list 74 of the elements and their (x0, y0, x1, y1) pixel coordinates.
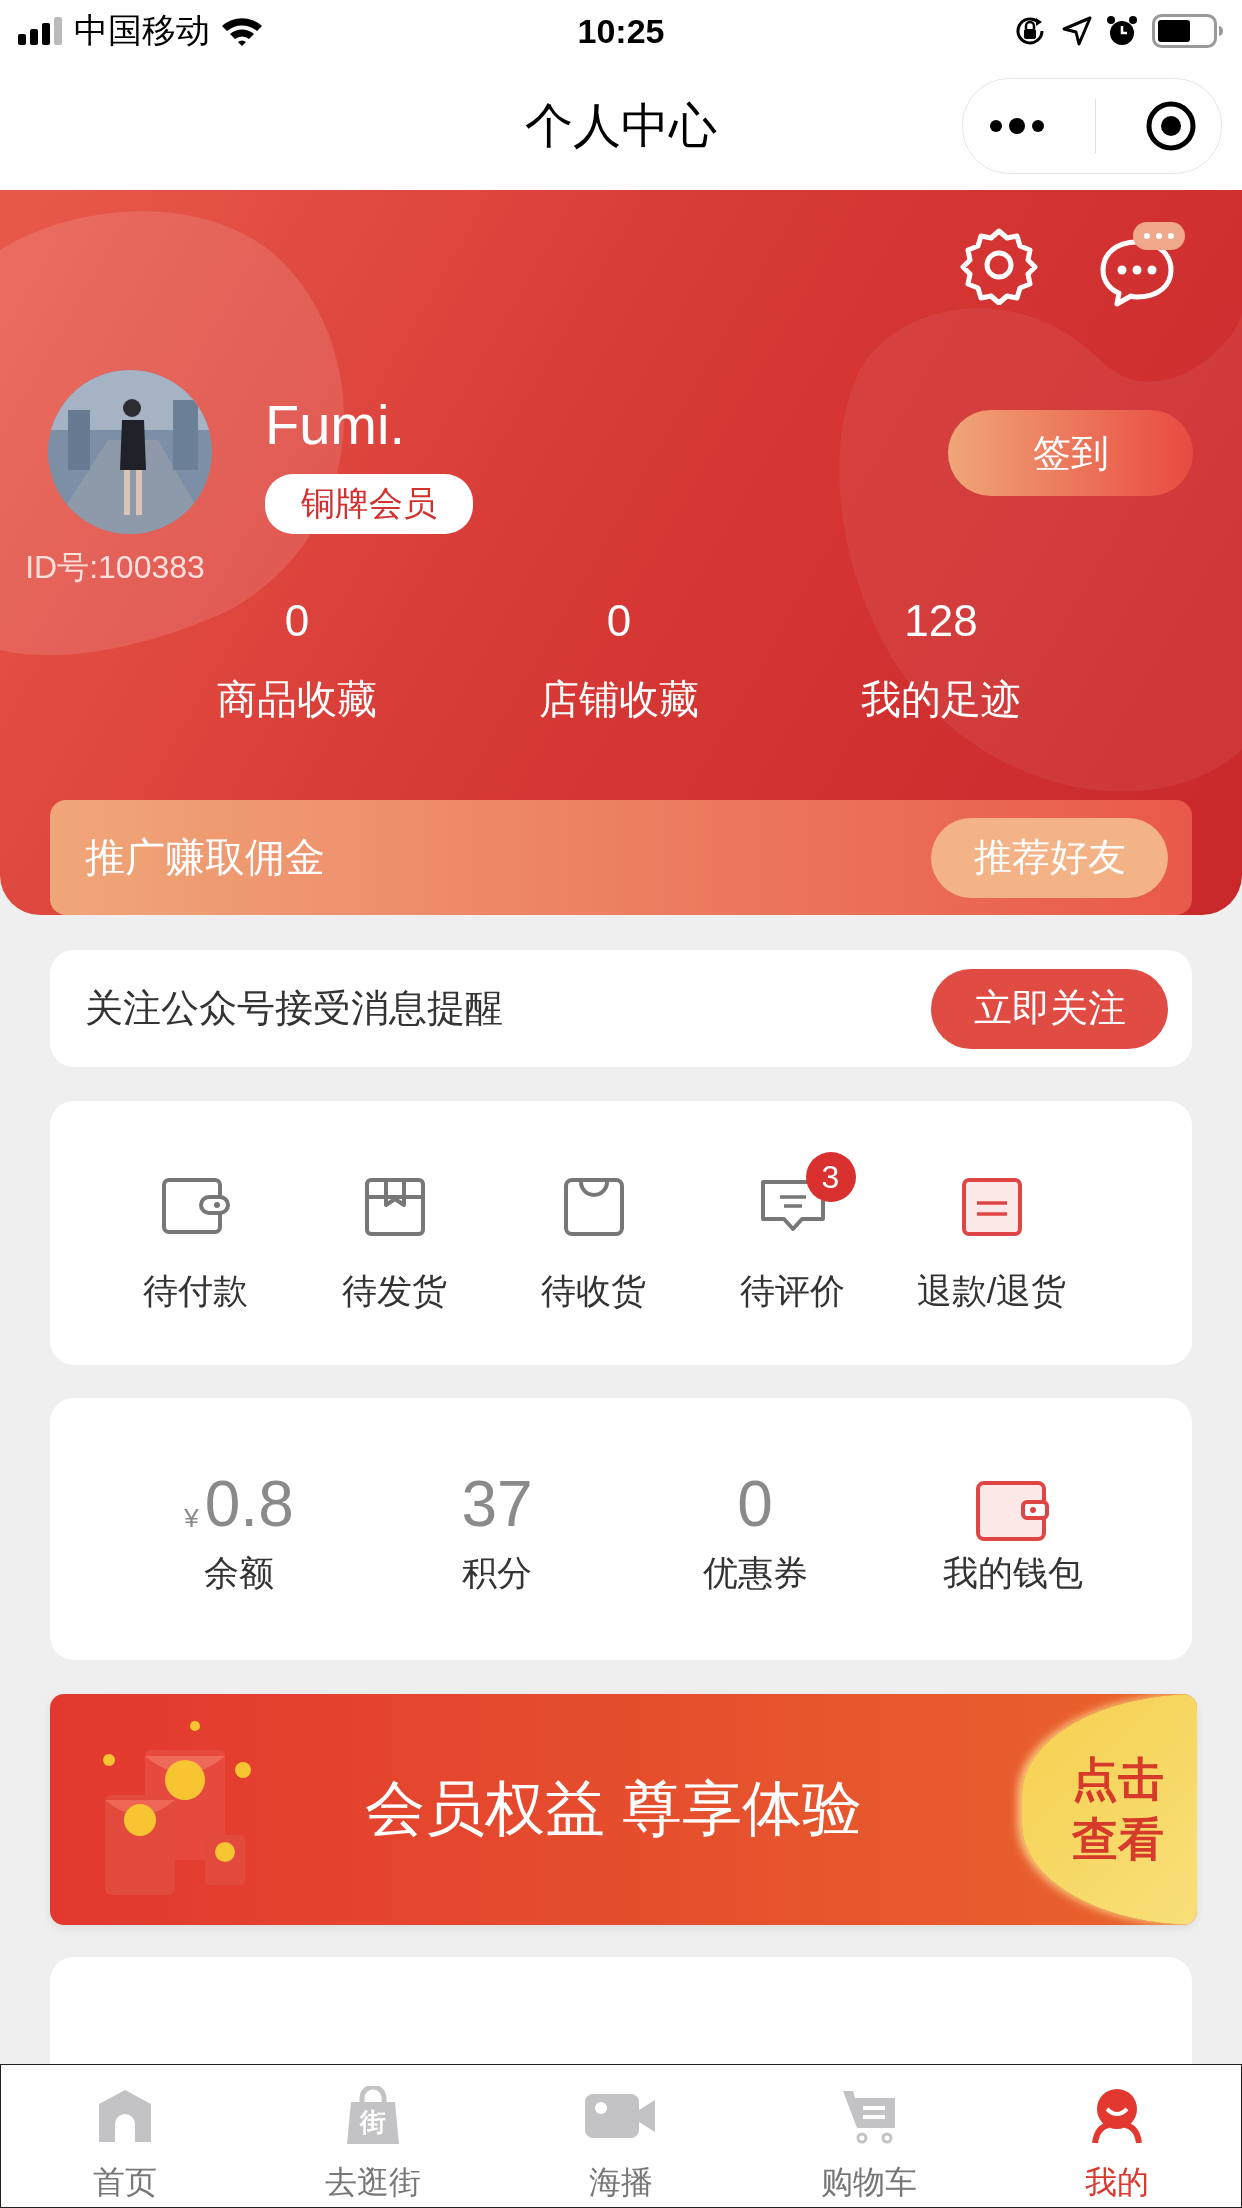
currency-symbol: ¥ (184, 1502, 199, 1534)
order-item[interactable]: 待收货 (494, 1141, 693, 1315)
wallet-item[interactable]: ¥0.8 余额 (110, 1461, 368, 1597)
stat-item[interactable]: 128 我的足迹 (780, 594, 1102, 727)
wallet-label: 余额 (204, 1551, 274, 1594)
document-icon (960, 1176, 1023, 1237)
shopping-bag-icon (345, 2086, 401, 2146)
member-banner[interactable]: 会员权益 尊享体验 点击查看 (50, 1694, 1197, 1925)
wallet-value: 0 (737, 1466, 773, 1542)
cart-icon (841, 2088, 897, 2144)
wallet-label: 优惠券 (702, 1551, 808, 1594)
user-id: ID号:100383 (25, 548, 205, 587)
person-icon (1089, 2087, 1145, 2145)
tab-label: 去逛街 (325, 2163, 421, 2202)
user-name: Fumi. (265, 392, 405, 458)
order-label: 待付款 (143, 1269, 248, 1312)
house-icon (97, 2088, 153, 2144)
tab-label: 我的 (1085, 2163, 1149, 2202)
close-icon[interactable] (1144, 100, 1197, 152)
box-icon (363, 1176, 426, 1237)
battery-icon (1152, 14, 1224, 48)
order-label: 退款/退货 (916, 1269, 1067, 1312)
view-button[interactable]: 点击查看 (1022, 1694, 1197, 1925)
tab-label: 海播 (589, 2163, 653, 2202)
alarm-icon (1106, 15, 1138, 47)
wallet-item[interactable]: 0 优惠券 (626, 1461, 884, 1597)
page-title: 个人中心 (524, 98, 718, 154)
wallet-icon (160, 1176, 231, 1237)
settings-icon[interactable] (959, 225, 1039, 305)
order-item[interactable]: 待付款 (96, 1141, 295, 1315)
stat-item[interactable]: 0 商品收藏 (136, 594, 458, 727)
clock-time: 10:25 (577, 11, 665, 51)
follow-text: 关注公众号接受消息提醒 (85, 986, 503, 1031)
order-item[interactable]: 待发货 (295, 1141, 494, 1315)
stat-label: 我的足迹 (861, 676, 1021, 723)
tab-label: 购物车 (821, 2163, 917, 2202)
tab-item[interactable]: 街 去逛街 (249, 2065, 497, 2207)
promo-text: 推广赚取佣金 (85, 834, 325, 881)
signal-icon (18, 17, 64, 45)
stat-item[interactable]: 0 店铺收藏 (458, 594, 780, 727)
wallet-label: 我的钱包 (943, 1551, 1083, 1594)
stat-label: 商品收藏 (217, 676, 377, 723)
sign-in-button[interactable]: 签到 (948, 410, 1193, 496)
order-label: 待收货 (541, 1269, 646, 1312)
location-icon (1062, 16, 1092, 46)
tab-item[interactable]: 购物车 (745, 2065, 993, 2207)
tab-item[interactable]: 首页 (1, 2065, 249, 2207)
count-badge: 3 (805, 1151, 856, 1202)
carrier-name: 中国移动 (74, 10, 210, 51)
wallet-value: 37 (461, 1466, 533, 1542)
order-label: 待评价 (740, 1269, 845, 1312)
wallet-label: 积分 (462, 1551, 532, 1594)
wifi-icon (220, 15, 264, 47)
tab-label: 首页 (93, 2163, 157, 2202)
wallet-item[interactable]: 37 积分 (368, 1461, 626, 1597)
icon-text: 街 (358, 2107, 387, 2137)
wallet-value: 0.8 (204, 1466, 294, 1542)
video-camera-icon (585, 2092, 657, 2140)
more-icon[interactable] (987, 117, 1046, 135)
bag-icon (562, 1176, 625, 1237)
banner-title: 会员权益 尊享体验 (365, 1774, 862, 1844)
order-item[interactable]: 退款/退货 (892, 1141, 1091, 1315)
tab-item[interactable]: 我的 (993, 2065, 1241, 2207)
order-label: 待发货 (342, 1269, 447, 1312)
follow-button[interactable]: 立即关注 (931, 968, 1168, 1049)
wallet-item[interactable]: 我的钱包 (884, 1461, 1142, 1597)
order-item[interactable]: 3 待评价 (693, 1141, 892, 1315)
stat-value: 128 (904, 595, 978, 647)
stat-value: 0 (284, 595, 310, 647)
wallet-icon (975, 1479, 1051, 1542)
tab-item[interactable]: 海播 (497, 2065, 745, 2207)
stat-value: 0 (606, 595, 632, 647)
stat-label: 店铺收藏 (539, 676, 699, 723)
member-level-badge: 铜牌会员 (265, 474, 473, 534)
